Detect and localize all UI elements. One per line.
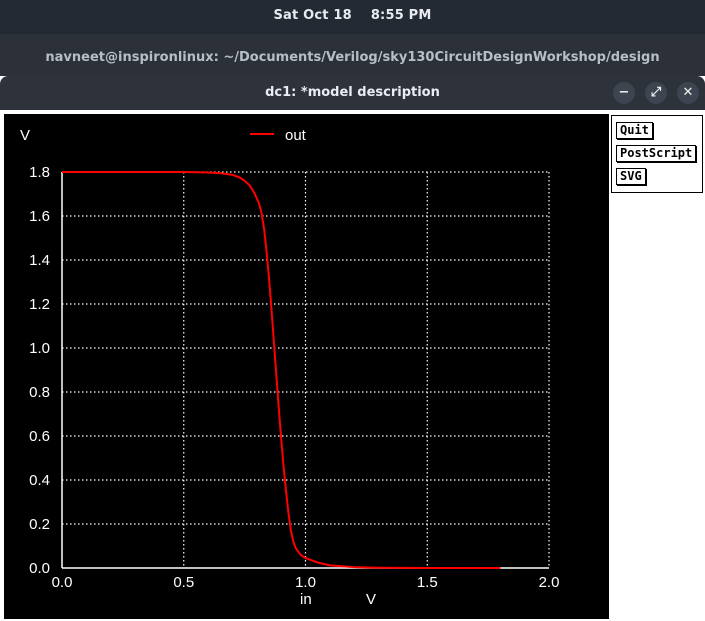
series-line-out <box>62 171 501 569</box>
minimize-button[interactable]: − <box>613 82 635 104</box>
x-tick-label: 0.0 <box>52 574 73 591</box>
terminal-title-bar[interactable]: navneet@inspironlinux: ~/Documents/Veril… <box>0 34 705 76</box>
terminal-title: navneet@inspironlinux: ~/Documents/Veril… <box>45 50 660 65</box>
y-tick-label: 0.2 <box>29 516 50 533</box>
x-axis-unit: V <box>366 591 376 608</box>
y-tick-label: 0.4 <box>29 472 50 489</box>
grid <box>62 171 550 568</box>
y-tick-label: 1.4 <box>29 252 50 269</box>
postscript-button[interactable]: PostScript <box>616 145 697 162</box>
plot-window: dc1: *model description − ⤢ ✕ 0.0 0.5 1.0 1… <box>0 76 705 621</box>
time-label: 8:55 PM <box>370 8 432 23</box>
x-tick-label: 2.0 <box>539 574 560 591</box>
quit-button[interactable]: Quit <box>616 122 653 139</box>
maximize-icon: ⤢ <box>650 85 662 100</box>
minimize-icon: − <box>618 85 630 100</box>
svg-button[interactable]: SVG <box>616 168 646 185</box>
clock[interactable]: Sat Oct 18 8:55 PM <box>0 8 705 23</box>
y-tick-label: 1.8 <box>29 164 50 181</box>
close-button[interactable]: ✕ <box>677 82 699 104</box>
x-axis-label: in <box>300 591 312 608</box>
x-tick-label: 0.5 <box>173 574 194 591</box>
y-tick-label: 0.6 <box>29 428 50 445</box>
x-tick-label: 1.5 <box>417 574 438 591</box>
maximize-button[interactable]: ⤢ <box>645 82 667 104</box>
window-title: dc1: *model description <box>265 85 440 100</box>
action-panel: Quit PostScript SVG <box>611 115 703 193</box>
y-tick-label: 0.0 <box>29 560 50 577</box>
legend: out <box>250 127 307 144</box>
window-header[interactable]: dc1: *model description − ⤢ ✕ <box>0 76 705 110</box>
tick-labels: 0.0 0.5 1.0 1.5 2.0 0.0 0.2 0.4 0.6 0.8 1.0 1.2 1.4 1… <box>29 164 559 591</box>
y-axis-label: V <box>20 127 30 144</box>
y-tick-label: 1.0 <box>29 340 50 357</box>
y-tick-label: 1.2 <box>29 296 50 313</box>
series-group <box>62 171 501 569</box>
date-label: Sat Oct 18 <box>273 8 352 23</box>
system-top-bar: Sat Oct 18 8:55 PM <box>0 0 705 34</box>
y-tick-label: 0.8 <box>29 384 50 401</box>
legend-label-out: out <box>285 127 307 144</box>
chart-svg: 0.0 0.5 1.0 1.5 2.0 0.0 0.2 0.4 0.6 0.8 1.0 1.2 1.4 1… <box>20 127 559 608</box>
close-icon: ✕ <box>682 85 694 100</box>
plot-area[interactable]: 0.0 0.5 1.0 1.5 2.0 0.0 0.2 0.4 0.6 0.8 1.0 1.2 1.4 1… <box>4 114 609 619</box>
x-tick-label: 1.0 <box>295 574 316 591</box>
y-tick-label: 1.6 <box>29 208 50 225</box>
